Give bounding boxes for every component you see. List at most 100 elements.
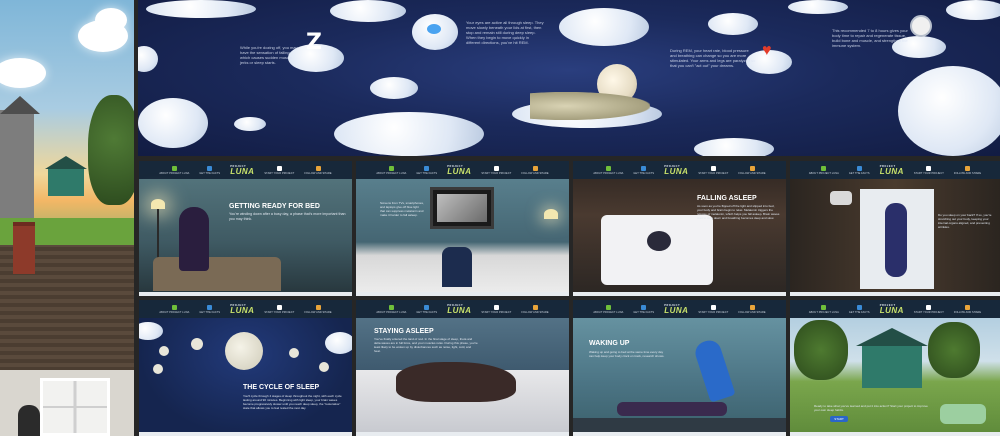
tile-waking-up[interactable]: ABOUT PROJECT LUNA GET THE FACTS PROJECT… xyxy=(573,300,786,436)
banner-text-falling: While you're dozing off, you may have th… xyxy=(240,45,298,65)
cloud xyxy=(559,8,649,46)
nav-follow[interactable]: FOLLOW AND SHARE xyxy=(521,304,549,314)
cloud xyxy=(946,0,1000,20)
lamp xyxy=(151,199,165,209)
tile-text: You'll cycle through 4 stages of sleep t… xyxy=(243,394,342,410)
nav-start[interactable]: START YOUR PROJECT xyxy=(264,304,294,314)
nav-start[interactable]: START YOUR PROJECT xyxy=(698,304,728,314)
nav-facts[interactable]: GET THE FACTS xyxy=(633,304,654,314)
project-luna-logo[interactable]: PROJECT LUNA xyxy=(230,304,254,315)
banner-text-eyes: Your eyes are active all through sleep. … xyxy=(466,20,544,45)
full-moon xyxy=(225,332,263,370)
tile-text: As soon as you're flipped off the light … xyxy=(697,204,780,220)
project-luna-logo[interactable]: PROJECT LUNA xyxy=(230,165,254,176)
cloud xyxy=(694,138,774,156)
heart-icon: ♥ xyxy=(762,42,772,59)
cloud xyxy=(138,46,158,72)
nav-follow[interactable]: FOLLOW AND SHARE xyxy=(304,304,332,314)
tile-start-project[interactable]: ABOUT PROJECT LUNA GET THE FACTS PROJECT… xyxy=(790,300,1000,436)
cloud xyxy=(325,332,352,354)
alarm-clock-icon xyxy=(910,15,932,37)
moon-phase xyxy=(319,362,329,372)
project-luna-logo[interactable]: PROJECT LUNA xyxy=(880,304,904,315)
moon-phase xyxy=(289,348,299,358)
television xyxy=(430,187,494,229)
night-sky-banner: Z ♥ While you're dozing off, you may hav… xyxy=(138,0,1000,156)
tile-text: You're winding down after a busy day, a … xyxy=(229,212,346,221)
floor xyxy=(573,418,786,432)
cloud xyxy=(370,77,418,99)
car xyxy=(940,404,986,424)
nav-follow[interactable]: FOLLOW AND SHARE xyxy=(304,165,332,175)
tile-text: Waking up and going to bed at the same t… xyxy=(589,350,665,358)
nav-facts[interactable]: GET THE FACTS xyxy=(199,165,220,175)
project-luna-logo[interactable]: PROJECT LUNA xyxy=(447,304,471,315)
yoga-legs xyxy=(617,402,727,416)
nav-facts[interactable]: GET THE FACTS xyxy=(416,304,437,314)
nav-start[interactable]: START YOUR PROJECT xyxy=(914,304,944,314)
nav-follow[interactable]: FOLLOW AND SHARE xyxy=(954,165,981,175)
nav-about[interactable]: ABOUT PROJECT LUNA xyxy=(593,165,623,175)
nav-start[interactable]: START YOUR PROJECT xyxy=(481,165,511,175)
cloud xyxy=(898,66,1000,156)
nav-follow[interactable]: FOLLOW AND SHARE xyxy=(954,304,981,314)
nav-start[interactable]: START YOUR PROJECT xyxy=(264,165,294,175)
bedside-lamp xyxy=(830,191,852,205)
nav-about[interactable]: ABOUT PROJECT LUNA xyxy=(376,165,406,175)
nav-facts[interactable]: GET THE FACTS xyxy=(416,165,437,175)
nav-facts[interactable]: GET THE FACTS xyxy=(199,304,220,314)
sleeping-person-on-cloud xyxy=(530,92,650,120)
moon-phase xyxy=(159,346,169,356)
nav-about[interactable]: ABOUT PROJECT LUNA xyxy=(593,304,623,314)
tile-title: THE CYCLE OF SLEEP xyxy=(243,384,320,391)
nav-follow[interactable]: FOLLOW AND SHARE xyxy=(738,165,766,175)
nav-about[interactable]: ABOUT PROJECT LUNA xyxy=(809,304,839,314)
tile-falling-asleep[interactable]: ABOUT PROJECT LUNA GET THE FACTS PROJECT… xyxy=(573,161,786,296)
nav-start[interactable]: START YOUR PROJECT xyxy=(698,165,728,175)
cloud xyxy=(330,0,406,22)
armchair xyxy=(153,257,281,291)
cloud xyxy=(788,0,848,14)
moon-phase xyxy=(153,364,163,374)
nav-start[interactable]: START YOUR PROJECT xyxy=(481,304,511,314)
tile-getting-ready[interactable]: ABOUT PROJECT LUNA GET THE FACTS PROJECT… xyxy=(139,161,352,296)
tile-cycle-of-sleep[interactable]: ABOUT PROJECT LUNA GET THE FACTS PROJECT… xyxy=(139,300,352,436)
start-button[interactable]: START xyxy=(830,416,848,422)
nav-about[interactable]: ABOUT PROJECT LUNA xyxy=(376,304,406,314)
project-luna-logo[interactable]: PROJECT LUNA xyxy=(880,165,904,176)
nav-facts[interactable]: GET THE FACTS xyxy=(633,165,654,175)
nav-start[interactable]: START YOUR PROJECT xyxy=(914,165,944,175)
nav-facts[interactable]: GET THE FACTS xyxy=(849,304,870,314)
tile-staying-asleep[interactable]: ABOUT PROJECT LUNA GET THE FACTS PROJECT… xyxy=(356,300,569,436)
reading-woman xyxy=(179,207,209,271)
tile-text: Do you sleep on your back? If so, you're… xyxy=(938,213,992,229)
stretching-woman xyxy=(692,337,736,403)
nav-about[interactable]: ABOUT PROJECT LUNA xyxy=(159,304,189,314)
cloud xyxy=(234,117,266,131)
nav-follow[interactable]: FOLLOW AND SHARE xyxy=(521,165,549,175)
tile-text: Screens from TVs, smartphones, and lapto… xyxy=(380,201,424,217)
tile-bedroom-tv[interactable]: ABOUT PROJECT LUNA GET THE FACTS PROJECT… xyxy=(356,161,569,296)
project-luna-logo[interactable]: PROJECT LUNA xyxy=(664,304,688,315)
banner-text-hours: This recommended 7 to 8 hours gives your… xyxy=(832,28,908,48)
nav-facts[interactable]: GET THE FACTS xyxy=(849,165,870,175)
project-luna-logo[interactable]: PROJECT LUNA xyxy=(664,165,688,176)
cloud xyxy=(708,13,758,35)
nav-follow[interactable]: FOLLOW AND SHARE xyxy=(738,304,766,314)
sleeping-head xyxy=(647,231,671,251)
green-house xyxy=(45,156,87,196)
tile-text: Ready to take what you've learned and pu… xyxy=(814,404,928,412)
moon-phase xyxy=(191,338,203,350)
sleeper-overhead xyxy=(885,203,907,277)
lamp xyxy=(544,209,558,219)
project-luna-logo[interactable]: PROJECT LUNA xyxy=(447,165,471,176)
nav-about[interactable]: ABOUT PROJECT LUNA xyxy=(809,165,839,175)
tile-title: WAKING UP xyxy=(589,340,630,347)
house xyxy=(862,344,922,388)
z-sleep-icon: Z xyxy=(306,30,322,55)
cloud xyxy=(95,8,127,32)
tree xyxy=(794,320,848,380)
house-roof xyxy=(856,328,928,346)
nav-about[interactable]: ABOUT PROJECT LUNA xyxy=(159,165,189,175)
tile-sleep-position[interactable]: ABOUT PROJECT LUNA GET THE FACTS PROJECT… xyxy=(790,161,1000,296)
